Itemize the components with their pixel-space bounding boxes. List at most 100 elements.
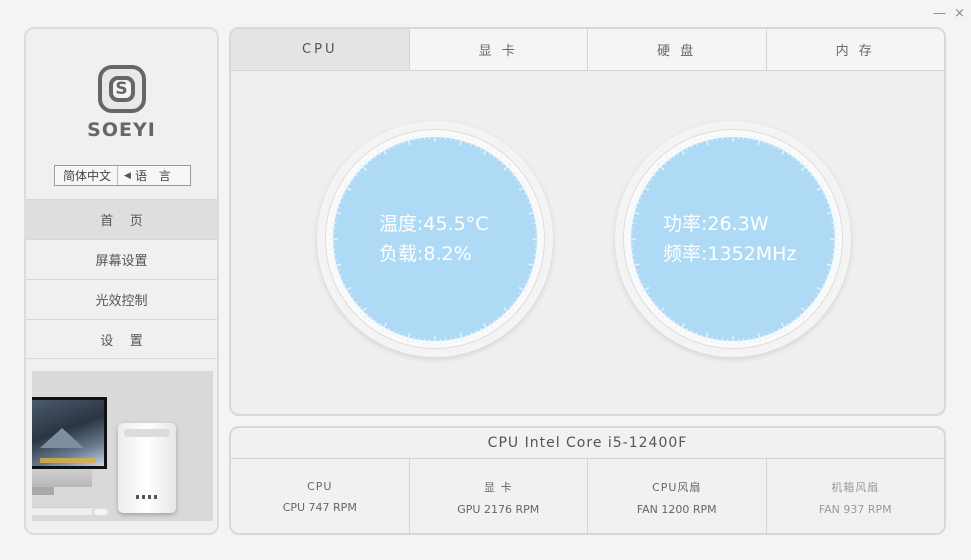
gauge-tick: [493, 319, 498, 326]
gauge-tick: [816, 293, 823, 298]
tab-cpu[interactable]: CPU: [231, 29, 409, 70]
gauge-tick: [670, 319, 675, 326]
triangle-left-icon[interactable]: ◀: [118, 171, 135, 181]
fan-speed: GPU 2176 RPM: [457, 502, 540, 516]
gauge-tick: [694, 139, 698, 146]
gauge-tick: [821, 283, 828, 288]
gauge-tick: [640, 286, 650, 293]
gauge-tick: [780, 146, 787, 156]
gauge-tick: [661, 159, 667, 165]
gauge-tick: [768, 139, 772, 146]
gauge-tick: [831, 254, 838, 257]
gauge-tick: [816, 185, 826, 192]
gauge-tick: [635, 195, 642, 199]
tab-bar: CPU 显 卡 硬 盘 内 存: [231, 29, 944, 71]
gauge-tick: [489, 322, 494, 329]
gauge-tick: [791, 319, 796, 326]
gauge-tick: [526, 279, 533, 283]
gauge-tick: [827, 205, 834, 209]
gauge-tick: [396, 139, 400, 146]
gauge-tick: [826, 263, 836, 268]
mouse-illustration: [94, 509, 108, 515]
gauge-tick: [386, 327, 391, 334]
gauge-tick: [650, 301, 656, 307]
gauge-tick: [417, 134, 420, 141]
gauge-tick: [628, 221, 635, 224]
gauge-tick: [372, 152, 377, 159]
gauge-tick: [445, 133, 447, 140]
gauge-tick: [795, 316, 801, 322]
tab-memory[interactable]: 内 存: [765, 29, 945, 70]
gauge-tick: [689, 330, 693, 337]
gauge-tick: [497, 156, 503, 162]
gauge-tick: [627, 227, 634, 229]
gauge-tick: [532, 259, 539, 262]
gauge-tick: [503, 163, 511, 171]
gauge-tick: [657, 307, 665, 315]
gauge-tick: [515, 297, 522, 302]
gauge-tick: [638, 190, 645, 195]
gauge-tick: [479, 144, 484, 151]
gauge-tick: [348, 176, 355, 181]
gauge-tick: [694, 332, 698, 339]
gauge-tick: [780, 322, 787, 332]
gauge-tick: [704, 136, 709, 146]
gauge-tick: [533, 254, 540, 257]
gauge-tick: [810, 301, 816, 307]
gauge-tick: [640, 185, 650, 192]
logo-icon: S: [97, 65, 146, 113]
gauge-tick: [337, 279, 344, 283]
gauge-tick: [653, 167, 659, 173]
window-controls: — ×: [933, 7, 965, 20]
sidebar-item-settings[interactable]: 设 置: [26, 319, 217, 359]
gauge-tick: [352, 301, 358, 307]
gauge-tick: [355, 305, 361, 311]
gauge-tick: [832, 227, 839, 229]
cpu-model: CPU Intel Core i5-12400F: [231, 428, 944, 459]
gauge-tick: [710, 135, 713, 142]
gauge-tick: [331, 216, 338, 219]
gauge-tick: [345, 293, 352, 298]
gauge-tick: [763, 138, 767, 145]
fan-gpu: 显 卡 GPU 2176 RPM: [408, 459, 588, 533]
gauge-tick: [679, 322, 686, 332]
gauge-tick: [650, 171, 656, 177]
gauge-tick: [345, 180, 352, 185]
logo-letter: S: [115, 79, 128, 99]
gauge-tick: [518, 293, 525, 298]
gauge-tick: [450, 134, 453, 141]
gauge-tick: [757, 136, 762, 146]
gauge-tick: [526, 195, 533, 199]
gauge-tick: [534, 227, 541, 229]
fan-case-fan: 机箱风扇 FAN 937 RPM: [765, 459, 945, 533]
gauge-tick: [391, 141, 395, 148]
sidebar-item-screen-settings[interactable]: 屏幕设置: [26, 239, 217, 279]
sidebar-item-home[interactable]: 首 页: [26, 199, 217, 239]
gauge-tick: [367, 316, 373, 322]
gauge-tick: [715, 337, 718, 344]
gauge-tick: [330, 221, 337, 224]
sidebar-item-light-control[interactable]: 光效控制: [26, 279, 217, 319]
gauge-tick: [329, 249, 336, 251]
language-label: 语 言: [134, 169, 175, 183]
tab-disk[interactable]: 硬 盘: [587, 29, 766, 70]
gauge-tick: [529, 205, 536, 209]
gauge-tick: [753, 135, 756, 142]
tab-gpu[interactable]: 显 卡: [408, 29, 588, 70]
monitor-illustration: [32, 397, 107, 469]
minimize-button[interactable]: —: [933, 7, 946, 20]
close-button[interactable]: ×: [954, 7, 965, 20]
gauge-tick: [501, 159, 507, 165]
sidebar-item-label: 设 置: [100, 333, 143, 349]
gauge-tick: [423, 338, 425, 345]
gauge-tick: [665, 156, 671, 162]
gauge-tick: [801, 163, 809, 171]
gauge-tick: [743, 338, 745, 345]
gauge-tick: [363, 159, 369, 165]
language-selector[interactable]: 简体中文 ◀ 语 言: [54, 165, 191, 186]
gauge-tick: [763, 333, 767, 340]
gauge-tick: [773, 141, 777, 148]
gauge-tick: [704, 332, 709, 342]
pc-case-illustration: [118, 423, 176, 513]
gauge-tick: [807, 167, 813, 173]
